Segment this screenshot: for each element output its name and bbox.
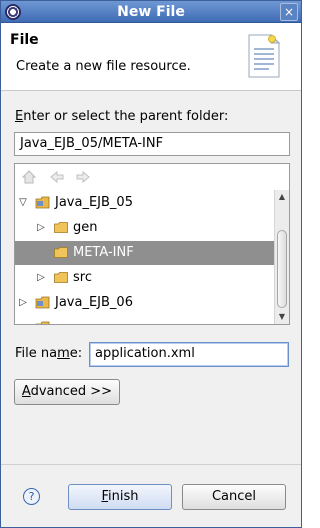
page-title: File bbox=[10, 32, 39, 48]
scrollbar-thumb[interactable] bbox=[277, 230, 287, 308]
tree-vertical-scrollbar[interactable]: ▲ ▼ bbox=[274, 190, 289, 324]
new-file-wizard-icon bbox=[248, 33, 281, 78]
folder-icon bbox=[54, 222, 68, 233]
tree-item-label: src bbox=[73, 270, 92, 285]
tree-item-gen[interactable]: ▷ gen bbox=[15, 216, 274, 240]
source-folder-icon bbox=[54, 272, 68, 283]
wizard-header: File Create a new file resource. bbox=[1, 23, 301, 91]
tree-item-partial[interactable] bbox=[15, 316, 274, 324]
close-button[interactable]: × bbox=[280, 3, 298, 21]
file-name-label-suffix: e: bbox=[69, 346, 83, 361]
advanced-button[interactable]: Advanced >> bbox=[14, 379, 120, 405]
tree-item-src[interactable]: ▷ src bbox=[15, 266, 274, 290]
folder-tree[interactable]: ▽ Java_EJB_05 ▷ gen META-INF ▷ src ▷ Jav… bbox=[14, 163, 290, 325]
file-name-input[interactable]: application.xml bbox=[89, 342, 289, 367]
forward-arrow-icon[interactable] bbox=[75, 169, 91, 185]
project-folder-icon bbox=[35, 296, 50, 309]
file-name-label-prefix: File na bbox=[15, 346, 58, 361]
collapsed-arrow-icon[interactable]: ▷ bbox=[17, 291, 29, 315]
tree-toolbar bbox=[15, 164, 289, 190]
advanced-label: dvanced >> bbox=[30, 384, 113, 399]
tree-item-label: META-INF bbox=[73, 245, 134, 260]
new-file-dialog: New File × File Create a new file resour… bbox=[0, 0, 302, 528]
folder-icon bbox=[54, 247, 68, 258]
button-bar-separator bbox=[1, 464, 301, 465]
window-title: New File bbox=[117, 4, 185, 20]
tree-item-java-ejb-06[interactable]: ▷ Java_EJB_06 bbox=[15, 291, 274, 315]
project-folder-icon bbox=[35, 196, 50, 209]
project-folder-icon bbox=[35, 321, 50, 324]
expanded-arrow-icon[interactable]: ▽ bbox=[17, 191, 29, 215]
finish-label: inish bbox=[108, 489, 139, 504]
parent-folder-mnemonic: E bbox=[15, 109, 24, 124]
finish-button[interactable]: Finish bbox=[68, 484, 172, 510]
file-name-label: File name: bbox=[15, 346, 82, 361]
collapsed-arrow-icon[interactable]: ▷ bbox=[35, 216, 47, 240]
cancel-button[interactable]: Cancel bbox=[182, 484, 286, 510]
advanced-mnemonic: A bbox=[21, 384, 31, 399]
tree-item-label: gen bbox=[73, 220, 98, 235]
parent-folder-label: Enter or select the parent folder: bbox=[15, 109, 228, 124]
scroll-up-icon[interactable]: ▲ bbox=[275, 190, 289, 204]
tree-item-meta-inf[interactable]: META-INF bbox=[15, 241, 274, 265]
parent-folder-label-text: nter or select the parent folder: bbox=[23, 109, 229, 124]
page-description: Create a new file resource. bbox=[16, 59, 191, 74]
back-arrow-icon[interactable] bbox=[49, 169, 65, 185]
parent-folder-input[interactable]: Java_EJB_05/META-INF bbox=[14, 132, 290, 156]
file-name-mnemonic: m bbox=[57, 346, 70, 361]
help-icon[interactable]: ? bbox=[23, 488, 40, 505]
scroll-down-icon[interactable]: ▼ bbox=[275, 310, 289, 324]
home-icon[interactable] bbox=[21, 169, 37, 185]
tree-item-label: Java_EJB_06 bbox=[55, 295, 133, 310]
collapsed-arrow-icon[interactable]: ▷ bbox=[35, 266, 47, 290]
tree-item-java-ejb-05[interactable]: ▽ Java_EJB_05 bbox=[15, 191, 274, 215]
title-bar[interactable]: New File × bbox=[1, 1, 301, 23]
tree-item-label: Java_EJB_05 bbox=[55, 195, 133, 210]
